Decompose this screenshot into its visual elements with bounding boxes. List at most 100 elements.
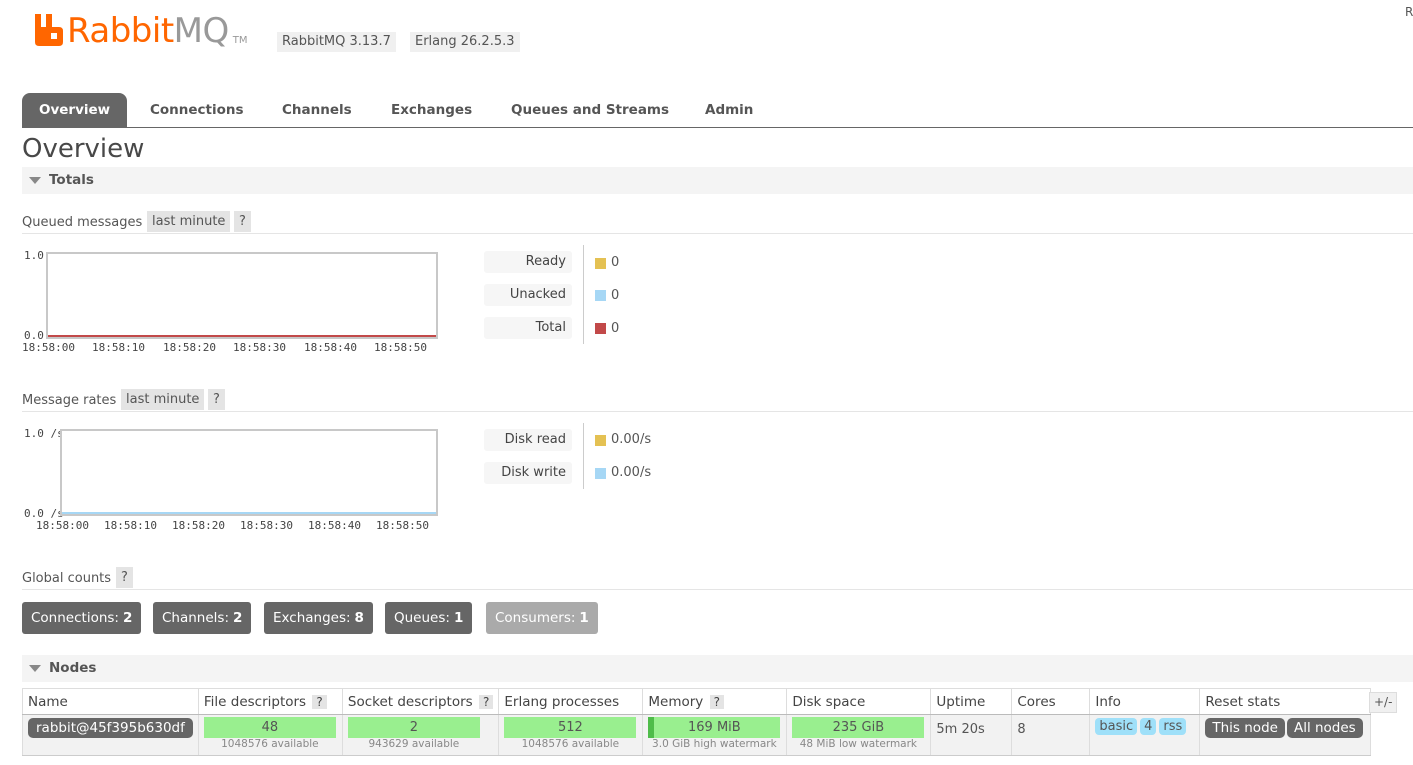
legend-unacked: Unacked	[484, 284, 572, 306]
logo-trademark: TM	[232, 35, 248, 46]
legend-ready: Ready	[484, 251, 572, 273]
queued-help-button[interactable]: ?	[234, 211, 251, 232]
total-swatch	[595, 323, 606, 334]
connections-count-value: 2	[122, 610, 133, 626]
file-descriptors-bar: 48	[203, 717, 336, 738]
nodes-section-header[interactable]: Nodes	[22, 655, 1413, 682]
channels-count-button[interactable]: Channels: 2	[153, 602, 252, 634]
legend-divider	[583, 423, 584, 489]
cell-memory: 169 MiB 3.0 GiB high watermark	[642, 714, 788, 756]
socket-descriptors-available: 943629 available	[368, 738, 460, 750]
rabbit-logo-icon	[35, 14, 63, 46]
collapse-triangle-icon	[29, 177, 41, 184]
tab-exchanges[interactable]: Exchanges	[391, 93, 472, 127]
tab-channels[interactable]: Channels	[282, 93, 352, 127]
disk-space-bar: 235 GiB	[792, 717, 925, 738]
tab-admin[interactable]: Admin	[705, 93, 753, 127]
file-descriptors-help-button[interactable]: ?	[312, 694, 327, 709]
consumers-count-label: Consumers:	[495, 610, 576, 626]
memory-help-button[interactable]: ?	[709, 694, 724, 709]
rates-y-max: 1.0 /s	[24, 427, 64, 440]
disk-read-value: 0.00/s	[611, 432, 652, 447]
queued-messages-header: Queued messages last minute ?	[22, 211, 1413, 234]
tab-connections[interactable]: Connections	[150, 93, 244, 127]
cell-reset-stats: This node All nodes	[1199, 714, 1371, 756]
queues-count-value: 1	[453, 610, 464, 626]
node-name-button[interactable]: rabbit@45f395b630df	[28, 718, 193, 738]
cell-uptime: 5m 20s	[930, 714, 1013, 756]
unacked-swatch	[595, 290, 606, 301]
rabbitmq-logo[interactable]: Rabbit MQ TM	[34, 13, 248, 49]
uptime-value: 5m 20s	[936, 722, 985, 737]
memory-bar: 169 MiB	[648, 717, 781, 738]
legend-disk-write: Disk write	[484, 462, 572, 484]
exchanges-count-value: 8	[354, 610, 364, 626]
global-counts-header: Global counts ?	[22, 567, 1413, 590]
erlang-processes-bar: 512	[504, 717, 637, 738]
queues-count-button[interactable]: Queues: 1	[385, 602, 473, 634]
collapse-triangle-icon	[29, 665, 41, 672]
disk-write-value: 0.00/s	[611, 465, 652, 480]
header-corner-text: R	[1405, 5, 1413, 19]
col-info: Info	[1089, 688, 1201, 715]
erlang-processes-available: 1048576 available	[521, 738, 620, 750]
queued-messages-title: Queued messages	[22, 215, 143, 230]
queued-y-max: 1.0	[24, 249, 44, 262]
table-header-row: Name File descriptors ? Socket descripto…	[22, 688, 1371, 715]
consumers-count-button[interactable]: Consumers: 1	[486, 602, 598, 634]
reset-this-node-button[interactable]: This node	[1205, 718, 1285, 738]
table-row: rabbit@45f395b630df 48 1048576 available…	[22, 714, 1371, 756]
consumers-count-value: 1	[579, 610, 589, 626]
col-erlang-processes: Erlang processes	[498, 688, 644, 715]
queues-count-label: Queues:	[394, 610, 450, 626]
rates-help-button[interactable]: ?	[208, 389, 225, 410]
disk-low-watermark: 48 MiB low watermark	[799, 738, 918, 750]
connections-count-button[interactable]: Connections: 2	[22, 602, 142, 634]
rates-range-selector[interactable]: last minute	[121, 389, 205, 410]
cell-erlang-processes: 512 1048576 available	[498, 714, 644, 756]
queued-total-series-line	[48, 335, 436, 337]
message-rates-chart	[60, 429, 438, 516]
tab-overview[interactable]: Overview	[22, 93, 128, 127]
queued-messages-chart	[46, 252, 438, 339]
toggle-columns-button[interactable]: +/-	[1369, 692, 1398, 713]
message-rates-title: Message rates	[22, 393, 117, 408]
disk-write-series-line	[62, 512, 436, 514]
col-reset-stats: Reset stats	[1199, 688, 1371, 715]
col-file-descriptors: File descriptors ?	[197, 688, 343, 715]
queued-x-tick: 18:58:40	[304, 341, 357, 354]
rates-x-tick: 18:58:00	[36, 519, 89, 532]
info-tag-basic[interactable]: basic	[1095, 718, 1138, 735]
queued-x-tick: 18:58:00	[22, 341, 75, 354]
message-rates-header: Message rates last minute ?	[22, 389, 1413, 412]
rates-x-tick: 18:58:40	[308, 519, 361, 532]
col-cores: Cores	[1011, 688, 1091, 715]
memory-high-watermark: 3.0 GiB high watermark	[652, 738, 777, 750]
col-memory-label: Memory	[648, 693, 704, 710]
logo-word-mq: MQ	[173, 11, 230, 51]
legend-disk-read: Disk read	[484, 429, 572, 451]
nodes-section-label: Nodes	[49, 660, 97, 676]
exchanges-count-button[interactable]: Exchanges: 8	[264, 602, 373, 634]
global-counts-help-button[interactable]: ?	[116, 567, 133, 588]
totals-section-header[interactable]: Totals	[22, 167, 1413, 194]
global-counts-title: Global counts	[22, 571, 112, 586]
queued-x-tick: 18:58:30	[233, 341, 286, 354]
info-tag-count[interactable]: 4	[1140, 718, 1157, 735]
rates-x-tick: 18:58:50	[376, 519, 429, 532]
erlang-version-badge: Erlang 26.2.5.3	[410, 32, 520, 52]
unacked-value: 0	[611, 288, 620, 303]
tab-queues-and-streams[interactable]: Queues and Streams	[511, 93, 669, 127]
cell-socket-descriptors: 2 943629 available	[341, 714, 500, 756]
queued-range-selector[interactable]: last minute	[147, 211, 231, 232]
reset-all-nodes-button[interactable]: All nodes	[1286, 718, 1363, 738]
legend-total: Total	[484, 317, 572, 339]
cores-value: 8	[1017, 722, 1026, 737]
socket-descriptors-help-button[interactable]: ?	[479, 694, 494, 709]
rates-x-tick: 18:58:20	[172, 519, 225, 532]
info-tag-rss[interactable]: rss	[1159, 718, 1187, 735]
col-uptime: Uptime	[930, 688, 1013, 715]
col-name: Name	[22, 688, 199, 715]
nodes-table: Name File descriptors ? Socket descripto…	[22, 688, 1371, 756]
col-file-descriptors-label: File descriptors	[203, 693, 307, 710]
